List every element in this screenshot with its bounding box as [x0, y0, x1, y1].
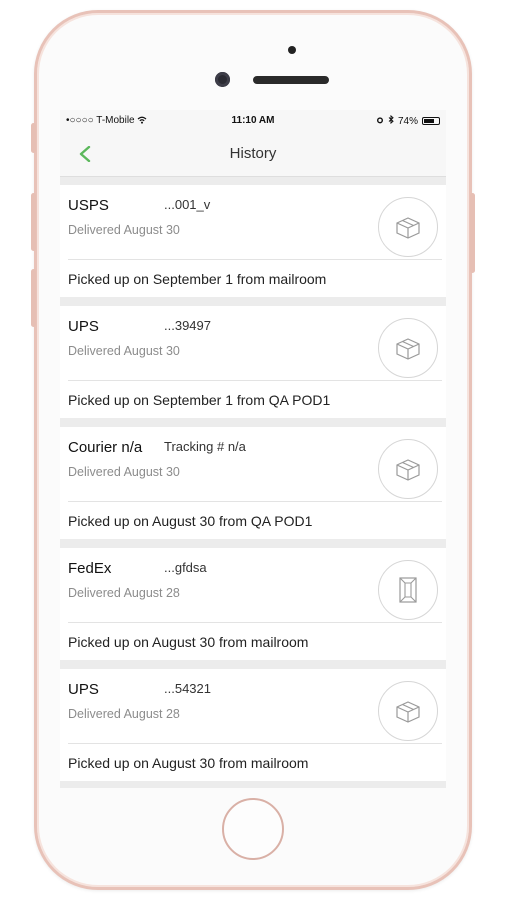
delivered-date: Delivered August 30	[68, 344, 180, 358]
nav-bar: History	[60, 132, 446, 177]
tracking-number: ...54321	[164, 681, 211, 696]
divider	[68, 622, 442, 623]
package-card[interactable]: UPS ...54321 Delivered August 28 Picked up …	[60, 669, 446, 781]
pickup-info: Picked up on August 30 from mailroom	[68, 634, 309, 650]
tracking-number: Tracking # n/a	[164, 439, 246, 454]
package-card[interactable]: Courier n/a Tracking # n/a Delivered Augus…	[60, 427, 446, 539]
proximity-sensor	[288, 46, 296, 54]
battery-percent: 74%	[397, 115, 418, 127]
package-history-list: USPS ...001_v Delivered August 30 Picked up…	[60, 176, 446, 781]
box-icon	[378, 318, 438, 378]
bluetooth-icon	[388, 114, 394, 127]
volume-down-button	[31, 269, 36, 327]
divider	[68, 380, 442, 381]
box-icon	[378, 197, 438, 257]
delivered-date: Delivered August 30	[68, 223, 180, 237]
pickup-info: Picked up on August 30 from mailroom	[68, 755, 309, 771]
status-bar: •○○○○ T-Mobile 11:10 AM 74%	[60, 110, 446, 132]
package-card[interactable]: USPS ...001_v Delivered August 30 Picked up…	[60, 185, 446, 297]
carrier-name: USPS	[68, 197, 109, 214]
pickup-info: Picked up on September 1 from mailroom	[68, 271, 327, 287]
divider	[68, 501, 442, 502]
mute-switch	[31, 123, 36, 153]
carrier-name: FedEx	[68, 560, 112, 577]
tracking-number: ...001_v	[164, 197, 211, 212]
home-button[interactable]	[222, 798, 284, 860]
page-title: History	[229, 145, 277, 162]
tracking-number: ...39497	[164, 318, 211, 333]
divider	[68, 743, 442, 744]
box-icon	[378, 681, 438, 741]
power-button	[470, 193, 475, 273]
earpiece-speaker	[253, 76, 329, 84]
divider	[68, 259, 442, 260]
carrier-name: UPS	[68, 318, 99, 335]
pickup-info: Picked up on August 30 from QA POD1	[68, 513, 313, 529]
battery-fill	[424, 119, 435, 123]
carrier-name: Courier n/a	[68, 439, 143, 456]
front-camera	[215, 72, 230, 87]
package-card[interactable]: FedEx ...gfdsa Delivered August 28 Picked u…	[60, 548, 446, 660]
battery-icon	[422, 117, 440, 125]
delivered-date: Delivered August 28	[68, 586, 180, 600]
delivered-date: Delivered August 28	[68, 707, 180, 721]
tracking-number: ...gfdsa	[164, 560, 207, 575]
status-right: 74%	[376, 114, 440, 127]
alarm-icon	[376, 116, 384, 127]
carrier-name: UPS	[68, 681, 99, 698]
app-screen: •○○○○ T-Mobile 11:10 AM 74% History USPS…	[60, 110, 446, 788]
package-card[interactable]: UPS ...39497 Delivered August 30 Picked up …	[60, 306, 446, 418]
envelope-icon	[378, 560, 438, 620]
pickup-info: Picked up on September 1 from QA POD1	[68, 392, 331, 408]
box-icon	[378, 439, 438, 499]
volume-up-button	[31, 193, 36, 251]
delivered-date: Delivered August 30	[68, 465, 180, 479]
